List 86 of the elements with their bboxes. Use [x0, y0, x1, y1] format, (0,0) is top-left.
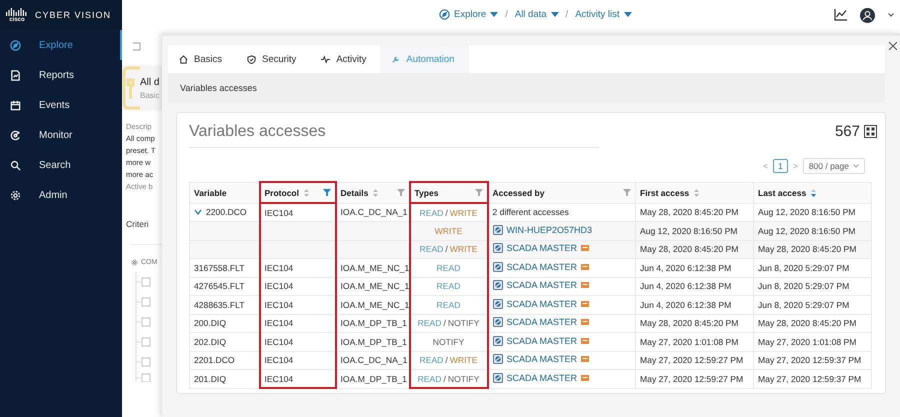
device-title: All d	[140, 76, 160, 88]
avatar-icon[interactable]	[860, 8, 875, 22]
breadcrumb-link[interactable]: Explore	[454, 9, 486, 20]
device-icon	[492, 280, 502, 290]
column-header[interactable]: First access	[636, 182, 754, 203]
device-icon	[492, 262, 502, 272]
table-cell: May 27, 2020 12:59:27 PM	[636, 370, 754, 388]
criteria-heading: Criteri	[126, 219, 150, 229]
table-cell: SCADA MASTER	[488, 370, 636, 388]
breadcrumb-separator: /	[566, 9, 568, 20]
breadcrumb-separator: /	[505, 9, 508, 20]
shield-icon	[246, 54, 256, 64]
column-header[interactable]: Types	[410, 182, 488, 203]
column-header[interactable]: Variable	[190, 182, 260, 203]
nav-item[interactable]: Admin	[0, 180, 122, 210]
filter-icon[interactable]	[322, 189, 330, 196]
wrench-icon	[391, 54, 400, 64]
nav-item[interactable]: Events	[0, 90, 122, 120]
tab[interactable]: Security	[236, 45, 310, 73]
compass-icon	[439, 9, 450, 20]
table-cell: Aug 12, 2020 8:16:50 PM	[636, 222, 754, 240]
pulse-icon	[321, 54, 330, 64]
logo-bars-icon	[6, 8, 28, 16]
table-cell: 202.DIQ	[190, 332, 260, 351]
table-cell: Aug 12, 2020 8:16:50 PM	[754, 222, 872, 240]
chevron-down-icon[interactable]	[194, 209, 202, 216]
sort-icon[interactable]	[811, 188, 816, 196]
report-icon	[10, 70, 21, 80]
page-button[interactable]: 1	[773, 159, 788, 173]
table-cell: SCADA MASTER	[488, 296, 636, 314]
table-cell: SCADA MASTER	[488, 258, 636, 277]
page-size-select[interactable]: 800 / page	[802, 158, 865, 174]
column-header[interactable]: Accessed by	[488, 182, 636, 203]
product-name: CYBER VISION	[35, 10, 112, 20]
search-icon	[10, 160, 21, 170]
breadcrumb-link[interactable]: All data	[514, 9, 547, 20]
device-icon	[492, 298, 502, 309]
column-header[interactable]: Last access	[754, 182, 872, 203]
chevron-icon	[853, 164, 859, 168]
table-cell: READ / NOTIFY	[410, 370, 488, 388]
device-icon	[122, 66, 140, 110]
table-cell: SCADA MASTER	[488, 332, 636, 351]
table-cell: Jun 4, 2020 6:12:38 PM	[636, 296, 754, 314]
collapse-icon[interactable]	[132, 42, 141, 51]
caret-icon[interactable]	[888, 13, 894, 17]
tab[interactable]: Basics	[168, 45, 236, 73]
table-cell: 4288635.FLT	[190, 296, 260, 314]
gear-icon	[10, 190, 21, 200]
tab[interactable]: Activity	[310, 45, 380, 73]
table-cell: May 27, 2020 1:01:08 PM	[636, 332, 754, 351]
nav-item[interactable]: Reports	[0, 60, 122, 90]
column-header[interactable]: Protocol	[260, 182, 336, 203]
table-cell	[190, 222, 260, 240]
table-cell: 3167558.FLT	[190, 258, 260, 277]
grid-icon[interactable]	[864, 124, 877, 138]
table-cell: Jun 8, 2020 5:29:07 PM	[754, 258, 872, 277]
table-cell: May 27, 2020 1:01:08 PM	[754, 332, 872, 351]
breadcrumb-link[interactable]: Activity list	[575, 9, 620, 20]
device-icon	[492, 224, 502, 235]
nav-item[interactable]: Monitor	[0, 120, 122, 150]
table-cell: Jun 8, 2020 5:29:07 PM	[754, 296, 872, 314]
calendar-icon	[10, 100, 21, 110]
compass-icon	[10, 40, 21, 50]
device-icon	[492, 317, 502, 328]
table-cell: WIN-HUEP2O57HD3	[488, 222, 636, 240]
dropdown-caret-icon[interactable]	[624, 12, 632, 17]
table-cell: 201.DIQ	[190, 370, 260, 388]
device-icon	[492, 354, 502, 364]
device-icon	[492, 372, 502, 383]
home-icon	[179, 54, 188, 64]
device-icon	[492, 336, 502, 346]
record-count: 567	[834, 122, 860, 140]
section-heading: Variables accesses	[168, 73, 885, 103]
dropdown-caret-icon[interactable]	[550, 12, 559, 17]
table-cell: Jun 4, 2020 6:12:38 PM	[636, 258, 754, 277]
chart-icon[interactable]	[834, 9, 847, 21]
dropdown-caret-icon[interactable]	[490, 12, 498, 17]
table-cell: IEC104	[260, 370, 336, 388]
close-icon[interactable]	[889, 42, 897, 50]
table-cell: May 27, 2020 12:59:37 PM	[754, 370, 872, 388]
device-subtitle: Basic	[140, 90, 160, 100]
radar-icon	[10, 130, 21, 140]
gear-icon	[131, 259, 138, 266]
card-title: Variables accesses	[189, 114, 599, 148]
nav-item[interactable]: Search	[0, 150, 122, 180]
device-icon	[492, 243, 502, 254]
